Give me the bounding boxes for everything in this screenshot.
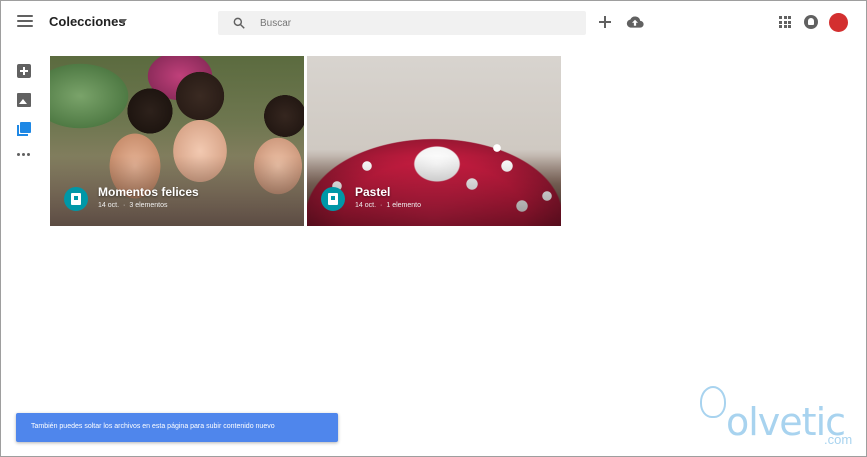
cloud-upload-icon[interactable] [626, 14, 644, 30]
collection-date: 14 oct. [355, 202, 377, 209]
watermark-logo: olvetic .com [696, 386, 861, 451]
photos-icon[interactable] [17, 93, 31, 107]
collection-card[interactable]: Momentos felices 14 oct. · 3 elementos [50, 56, 304, 226]
snackbar: También puedes soltar los archivos en es… [16, 413, 338, 442]
collections-icon[interactable] [17, 122, 31, 136]
watermark-suffix: .com [824, 432, 853, 447]
chevron-down-icon[interactable] [119, 19, 127, 24]
album-icon [321, 187, 345, 211]
collection-count: 3 elementos [129, 202, 168, 209]
collection-date: 14 oct. [98, 202, 120, 209]
album-icon [64, 187, 88, 211]
page-title[interactable]: Colecciones [49, 14, 126, 29]
collection-count: 1 elemento [386, 202, 421, 209]
collection-meta: 14 oct. · 3 elementos [98, 202, 168, 209]
collection-meta: 14 oct. · 1 elemento [355, 202, 421, 209]
lightbulb-icon [700, 386, 726, 418]
collection-title: Pastel [355, 185, 391, 199]
top-app-bar: Colecciones [1, 1, 866, 45]
search-icon[interactable] [232, 16, 246, 30]
collection-card[interactable]: Pastel 14 oct. · 1 elemento [307, 56, 561, 226]
snackbar-message: También puedes soltar los archivos en es… [31, 423, 275, 430]
card-overlay [307, 156, 561, 226]
collection-title: Momentos felices [98, 185, 199, 199]
search-bar[interactable] [218, 11, 586, 35]
add-icon[interactable] [599, 16, 611, 28]
more-icon[interactable] [17, 151, 31, 157]
create-icon[interactable] [17, 64, 31, 78]
menu-icon[interactable] [17, 15, 33, 29]
apps-grid-icon[interactable] [779, 16, 791, 28]
search-input[interactable] [260, 11, 560, 35]
notifications-icon[interactable] [804, 15, 818, 29]
avatar[interactable] [829, 13, 848, 32]
